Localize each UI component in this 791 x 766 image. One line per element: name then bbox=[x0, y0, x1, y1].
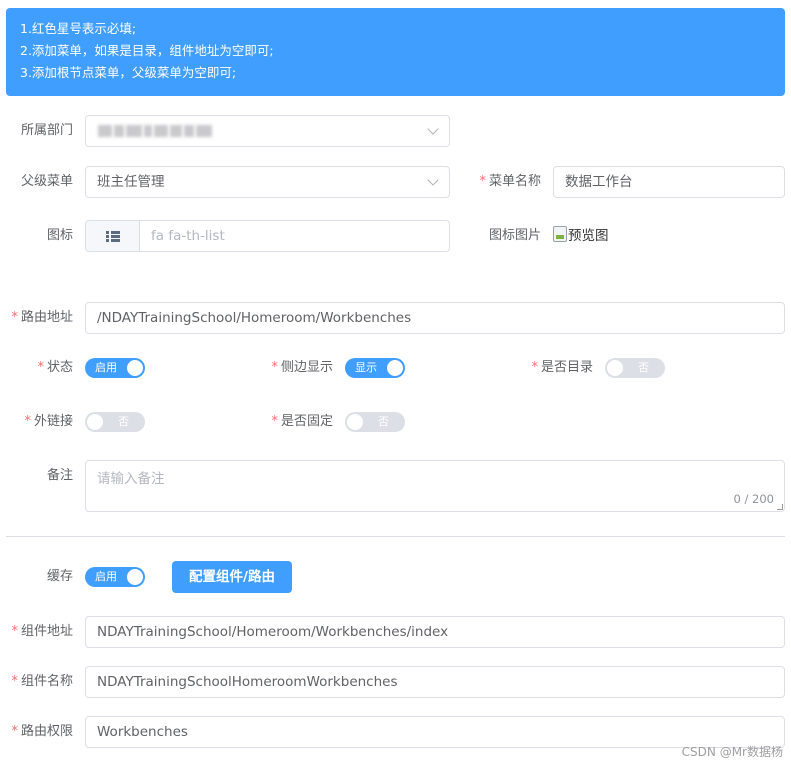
switch-knob bbox=[607, 360, 623, 376]
switch-knob bbox=[87, 414, 103, 430]
icon-image-preview: 预览图 bbox=[553, 224, 609, 244]
is-fixed-switch-text: 否 bbox=[378, 415, 389, 428]
route-permission-input[interactable]: Workbenches bbox=[85, 716, 785, 748]
required-mark: * bbox=[11, 310, 18, 325]
section-divider bbox=[6, 536, 785, 537]
cache-switch[interactable]: 启用 bbox=[85, 567, 145, 587]
switch-knob bbox=[347, 414, 363, 430]
switch-knob bbox=[127, 569, 143, 585]
department-select[interactable] bbox=[85, 115, 450, 147]
parent-menu-select[interactable]: 班主任管理 bbox=[85, 166, 450, 198]
component-path-input[interactable]: NDAYTrainingSchool/Homeroom/Workbenches/… bbox=[85, 616, 785, 648]
required-mark: * bbox=[11, 624, 18, 639]
status-switch[interactable]: 启用 bbox=[85, 358, 145, 378]
sidebar-display-label: * 侧边显示 bbox=[271, 360, 333, 375]
menu-name-input[interactable]: 数据工作台 bbox=[553, 166, 785, 198]
icon-input[interactable]: fa fa-th-list bbox=[140, 221, 449, 251]
external-link-switch-text: 否 bbox=[118, 415, 129, 428]
icon-label: 图标 bbox=[46, 228, 73, 243]
remark-counter: 0 / 200 bbox=[733, 492, 774, 506]
broken-image-icon bbox=[553, 226, 567, 242]
remark-label: 备注 bbox=[46, 468, 73, 483]
component-path-label: * 组件地址 bbox=[11, 624, 73, 639]
component-name-input[interactable]: NDAYTrainingSchoolHomeroomWorkbenches bbox=[85, 666, 785, 698]
required-mark: * bbox=[11, 674, 18, 689]
sidebar-display-switch-text: 显示 bbox=[355, 361, 377, 374]
switch-knob bbox=[127, 360, 143, 376]
is-directory-switch-text: 否 bbox=[638, 361, 649, 374]
required-mark: * bbox=[271, 360, 278, 375]
required-mark: * bbox=[479, 174, 486, 189]
component-name-value: NDAYTrainingSchoolHomeroomWorkbenches bbox=[97, 674, 398, 690]
icon-image-alt: 预览图 bbox=[568, 228, 609, 244]
remark-textarea[interactable]: 请输入备注 0 / 200 bbox=[85, 460, 785, 512]
list-icon bbox=[105, 230, 120, 242]
icon-image-label: 图标图片 bbox=[488, 228, 541, 243]
is-directory-label: * 是否目录 bbox=[531, 360, 593, 375]
menu-name-value: 数据工作台 bbox=[565, 174, 633, 190]
component-path-value: NDAYTrainingSchool/Homeroom/Workbenches/… bbox=[97, 624, 449, 640]
route-value: /NDAYTrainingSchool/Homeroom/Workbenches bbox=[97, 310, 412, 326]
parent-menu-label: 父级菜单 bbox=[20, 174, 73, 189]
menu-name-label: * 菜单名称 bbox=[479, 174, 541, 189]
route-label: * 路由地址 bbox=[11, 310, 73, 325]
required-mark: * bbox=[531, 360, 538, 375]
chevron-down-icon bbox=[427, 174, 439, 186]
component-name-label: * 组件名称 bbox=[11, 674, 73, 689]
department-value-redacted bbox=[98, 125, 218, 137]
chevron-down-icon bbox=[427, 123, 439, 135]
tip-line-1: 1.红色星号表示必填; bbox=[20, 21, 137, 36]
tip-line-2: 2.添加菜单，如果是目录，组件地址为空即可; bbox=[20, 43, 274, 58]
config-component-route-button[interactable]: 配置组件/路由 bbox=[172, 561, 292, 593]
remark-placeholder: 请输入备注 bbox=[97, 471, 165, 487]
sidebar-display-switch[interactable]: 显示 bbox=[345, 358, 405, 378]
required-mark: * bbox=[37, 360, 44, 375]
cache-switch-text: 启用 bbox=[95, 570, 117, 583]
tip-line-3: 3.添加根节点菜单，父级菜单为空即可; bbox=[20, 65, 237, 80]
parent-menu-value: 班主任管理 bbox=[97, 174, 165, 190]
external-link-switch[interactable]: 否 bbox=[85, 412, 145, 432]
route-permission-value: Workbenches bbox=[97, 724, 188, 740]
external-link-label: * 外链接 bbox=[24, 414, 73, 429]
cache-label: 缓存 bbox=[46, 569, 73, 584]
status-switch-text: 启用 bbox=[95, 361, 117, 374]
required-mark: * bbox=[24, 414, 31, 429]
is-fixed-label: * 是否固定 bbox=[271, 414, 333, 429]
department-label: 所属部门 bbox=[20, 123, 73, 138]
route-input[interactable]: /NDAYTrainingSchool/Homeroom/Workbenches bbox=[85, 302, 785, 334]
tip-banner: 1.红色星号表示必填; 2.添加菜单，如果是目录，组件地址为空即可; 3.添加根… bbox=[6, 8, 785, 96]
is-fixed-switch[interactable]: 否 bbox=[345, 412, 405, 432]
status-label: * 状态 bbox=[37, 360, 73, 375]
required-mark: * bbox=[11, 724, 18, 739]
is-directory-switch[interactable]: 否 bbox=[605, 358, 665, 378]
icon-picker-button[interactable] bbox=[86, 221, 140, 251]
switch-knob bbox=[387, 360, 403, 376]
route-permission-label: * 路由权限 bbox=[11, 724, 73, 739]
icon-input-group[interactable]: fa fa-th-list bbox=[85, 220, 450, 252]
resize-handle[interactable] bbox=[777, 504, 783, 510]
watermark: CSDN @Mr数据杨 bbox=[681, 745, 783, 759]
required-mark: * bbox=[271, 414, 278, 429]
